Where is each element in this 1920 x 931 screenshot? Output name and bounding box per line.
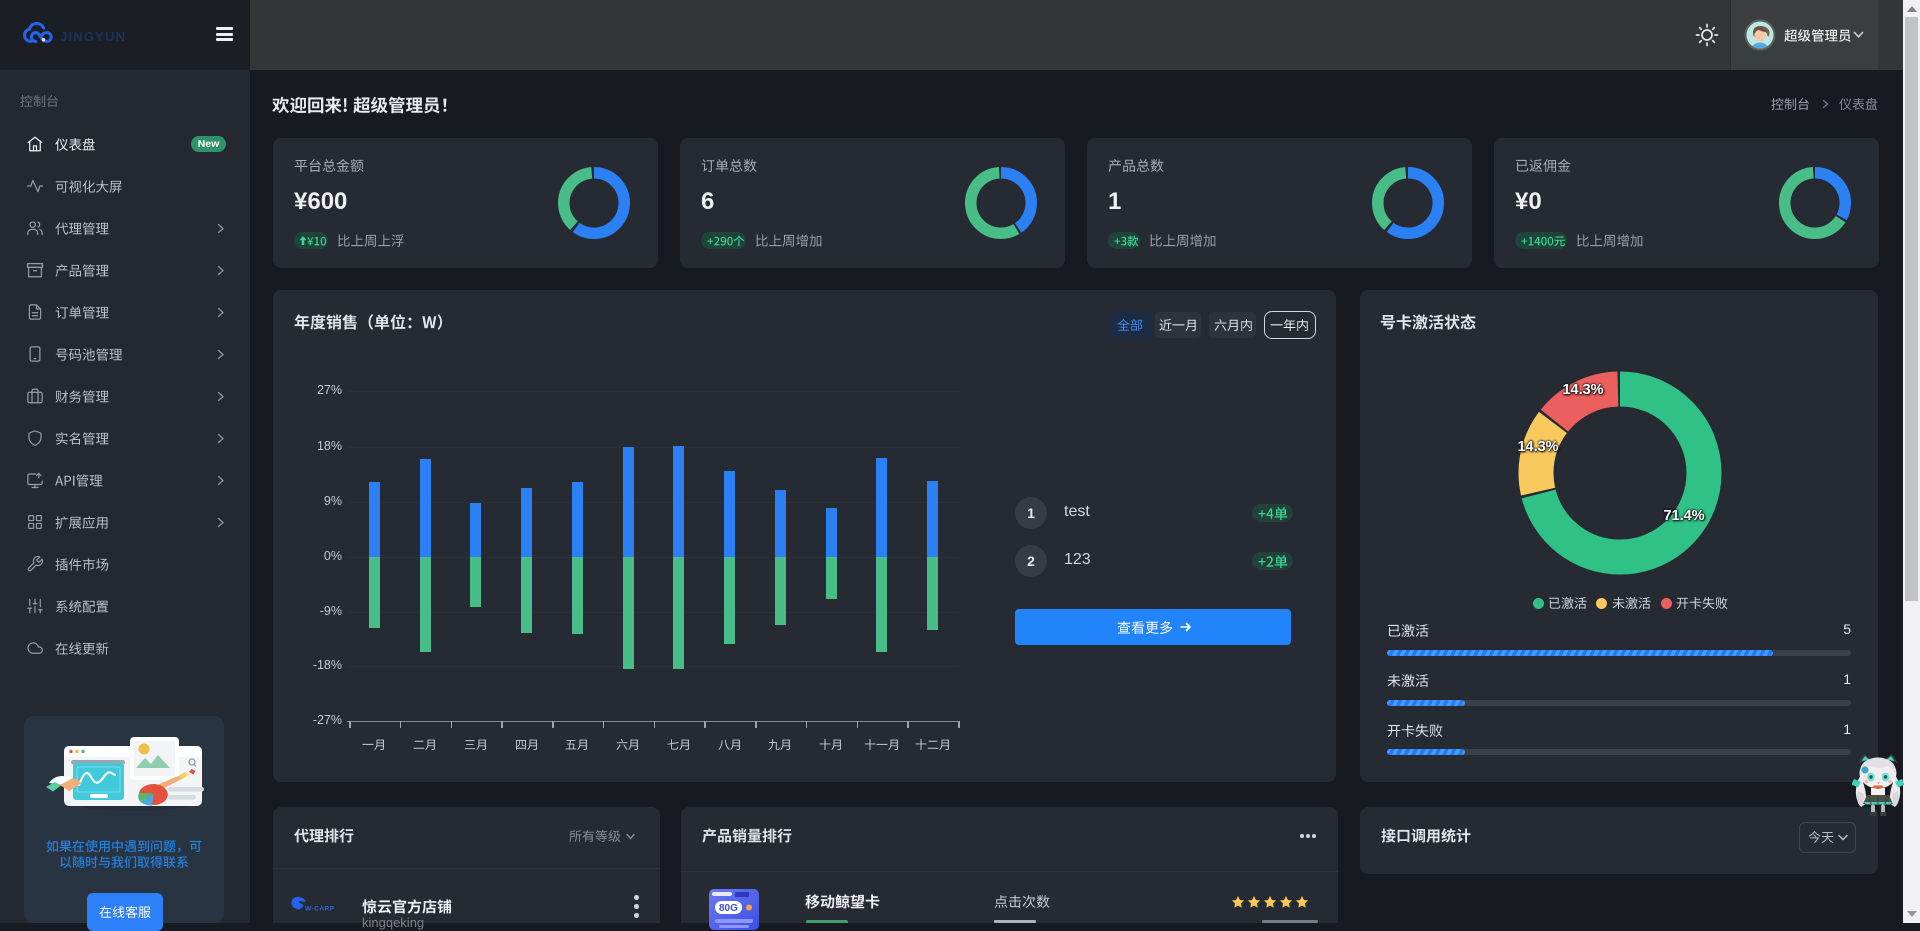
svg-text:80G: 80G [719,903,738,914]
svg-text:W-CARP: W-CARP [305,906,335,913]
